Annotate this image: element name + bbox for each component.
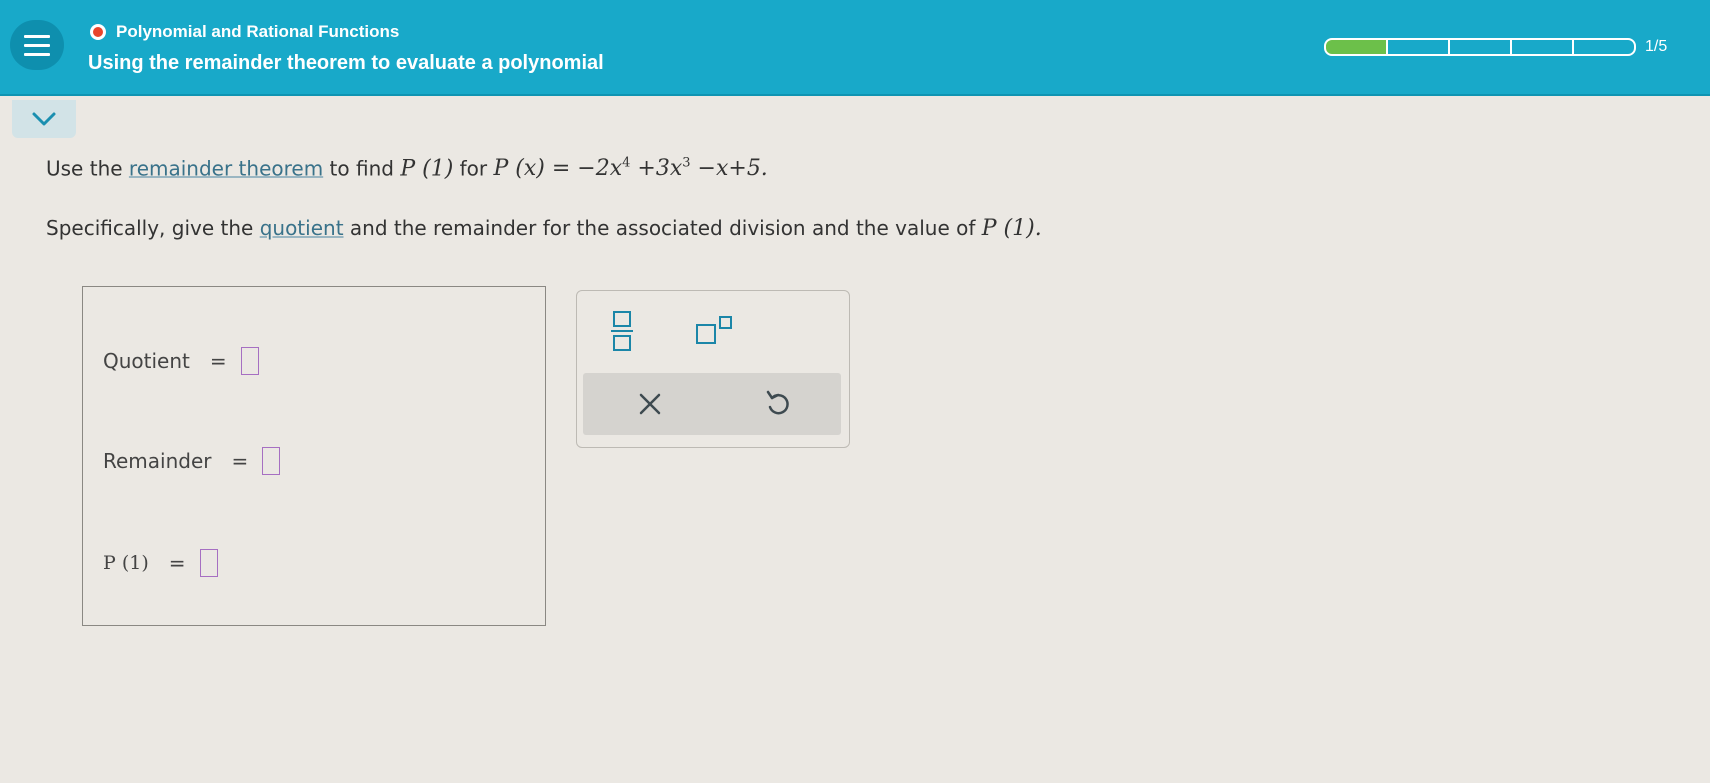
keypad-actions [583,373,841,435]
topic-title: Polynomial and Rational Functions [116,22,400,41]
exponent: 3 [682,156,691,171]
math-keypad [576,290,850,448]
remainder-label: Remainder [103,449,212,473]
problem-instruction: Specifically, give the quotient and the … [46,216,1042,241]
quotient-label: Quotient [103,349,190,373]
progress-segment [1448,38,1512,56]
polynomial-expression: P (x) = −2x4 +3x3 −x+5. [494,156,768,181]
collapse-toggle[interactable] [12,100,76,138]
chevron-down-icon [32,112,56,126]
p1-row: P (1) = [103,549,218,577]
answer-box: Quotient = Remainder = P (1) = [82,286,546,626]
undo-icon[interactable] [763,387,793,419]
exponent-icon[interactable] [693,315,737,345]
topic-dot-icon [90,24,106,40]
p1-label: P (1) [103,552,149,574]
progress-segment [1572,38,1636,56]
equals-sign: = [231,449,249,473]
prompt-text: Use the [46,156,129,181]
p1-input[interactable] [199,549,218,577]
prompt-text: to find [323,156,401,181]
top-bar: Polynomial and Rational Functions Using … [0,0,1710,96]
poly-part: −x+5. [690,156,768,182]
progress-bar [1324,38,1636,56]
quotient-row: Quotient = [103,347,259,375]
prompt-text: Specifically, give the [46,216,260,240]
problem-statement: Use the remainder theorem to find P (1) … [46,156,768,181]
prompt-text: for [453,156,494,181]
remainder-theorem-link[interactable]: remainder theorem [129,156,323,180]
equals-sign: = [209,349,227,373]
progress-count: 1/5 [1645,38,1668,55]
progress-segment [1386,38,1450,56]
eval-expression: P (1) [400,156,454,182]
fraction-icon[interactable] [609,309,635,353]
hamburger-icon-line [24,52,50,56]
remainder-row: Remainder = [103,447,281,475]
poly-part: +3x [630,156,683,182]
topic-breadcrumb: Polynomial and Rational Functions [90,22,399,42]
hamburger-icon-line [24,43,50,47]
lesson-title: Using the remainder theorem to evaluate … [88,52,604,74]
progress-segment [1324,38,1388,56]
clear-x-icon[interactable] [635,389,665,419]
hamburger-icon-line [24,34,50,38]
prompt-text: and the remainder for the associated div… [343,216,982,240]
remainder-input[interactable] [262,447,281,475]
menu-button[interactable] [10,20,64,70]
poly-part: P (x) = −2x [493,156,623,182]
equals-sign: = [168,551,186,575]
quotient-input[interactable] [240,347,259,375]
eval-expression: P (1). [981,216,1042,241]
quotient-link[interactable]: quotient [260,216,344,240]
progress-segment [1510,38,1574,56]
